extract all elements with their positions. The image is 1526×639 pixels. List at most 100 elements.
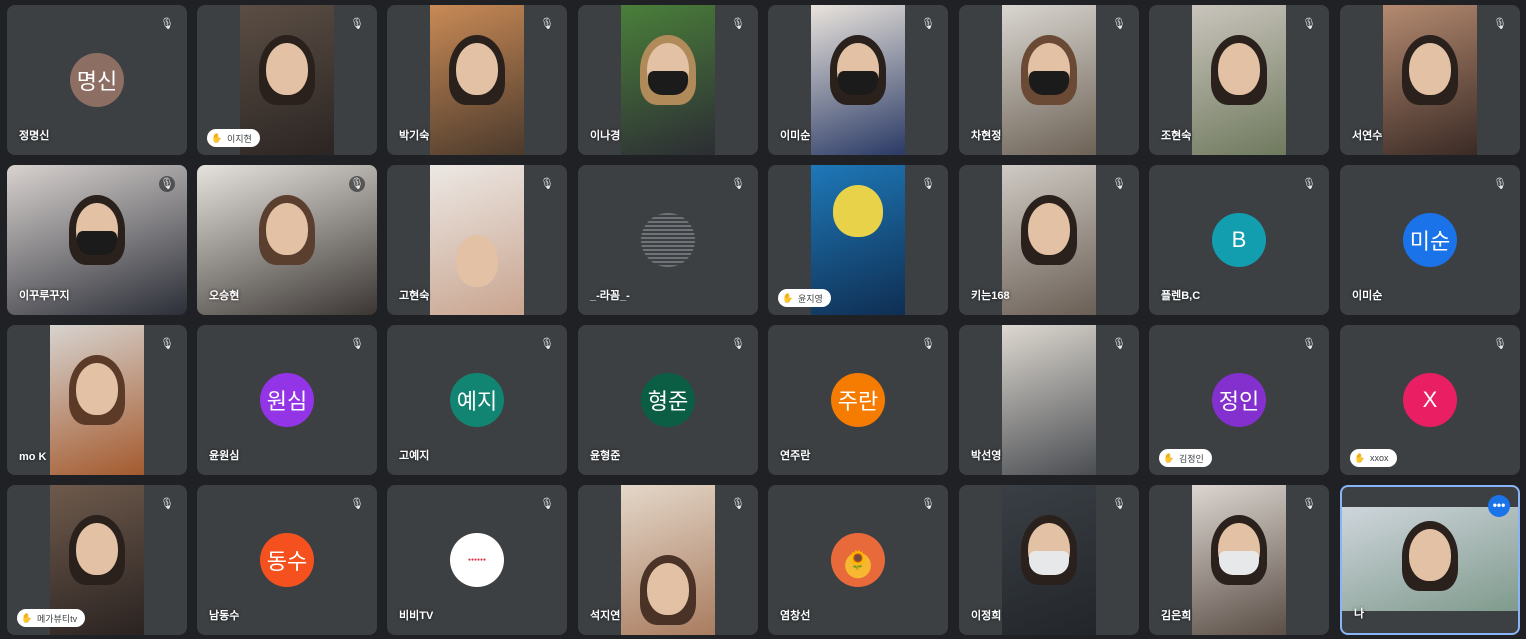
participant-tile[interactable]: 🎙 ✋ 이지현	[197, 5, 377, 155]
participant-tile[interactable]: 🎙 이정희	[959, 485, 1139, 635]
participant-video	[430, 5, 524, 155]
raised-hand-chip: ✋ 메가뷰티tv	[17, 609, 86, 627]
participant-tile[interactable]: 정인 🎙 ✋ 김정인	[1149, 325, 1329, 475]
mic-off-icon: 🎙	[350, 18, 364, 30]
participant-tile[interactable]: 🎙 이나경	[578, 5, 758, 155]
mic-off-icon: 🎙	[1112, 498, 1126, 510]
participant-name: 키는168	[971, 290, 1010, 302]
participant-tile[interactable]: 🎙 ✋ 메가뷰티tv	[7, 485, 187, 635]
sunflower-icon: 🌻	[846, 549, 870, 570]
more-options-icon[interactable]: •••	[1488, 495, 1510, 517]
participant-tile[interactable]: 형준 🎙 윤형준	[578, 325, 758, 475]
participant-name: 고현숙	[399, 290, 430, 302]
raised-hand-icon: ✋	[21, 613, 33, 623]
participant-tile[interactable]: 예지 🎙 고예지	[387, 325, 567, 475]
participant-video	[430, 165, 524, 315]
mic-off-icon: 🎙	[540, 18, 554, 30]
participant-tile[interactable]: 명신 🎙 정명신	[7, 5, 187, 155]
mic-off-icon: 🎙	[1112, 18, 1126, 30]
participant-name: 조현숙	[1161, 130, 1192, 142]
participant-name: 윤형준	[590, 450, 621, 462]
participant-tile[interactable]: 🎙 이미순	[768, 5, 948, 155]
participant-name: mo K	[19, 451, 47, 463]
participant-tile[interactable]: 🎙 박선영	[959, 325, 1139, 475]
participant-tile[interactable]: X 🎙 ✋ xxox	[1340, 325, 1520, 475]
participant-video	[50, 325, 144, 475]
participant-tile[interactable]: 🎙 이꾸루꾸지	[7, 165, 187, 315]
participant-video	[1002, 325, 1096, 475]
mic-off-icon: 🎙	[1302, 178, 1316, 190]
participant-tile[interactable]: 🎙 서연수	[1340, 5, 1520, 155]
raised-hand-icon: ✋	[782, 293, 794, 303]
participant-avatar: 주란	[831, 373, 885, 427]
participant-avatar: 동수	[260, 533, 314, 587]
participant-tile[interactable]: 🎙 키는168	[959, 165, 1139, 315]
participant-video	[621, 485, 715, 635]
participant-tile[interactable]: 🎙 _-라꼼_-	[578, 165, 758, 315]
participant-name: 남동수	[209, 610, 240, 622]
participant-name: 나	[1354, 608, 1365, 620]
participant-tile[interactable]: 🎙 오승현	[197, 165, 377, 315]
participant-video	[811, 5, 905, 155]
participant-name: 박선영	[971, 450, 1002, 462]
mic-off-icon: 🎙	[350, 498, 364, 510]
participant-tile[interactable]: 미순 🎙 이미순	[1340, 165, 1520, 315]
participant-tile[interactable]: ●●●●●● 🎙 비비TV	[387, 485, 567, 635]
raised-hand-icon: ✋	[1163, 453, 1175, 463]
participant-tile[interactable]: 🎙 ✋ 윤지영	[768, 165, 948, 315]
participant-name: 비비TV	[399, 610, 434, 622]
participant-tile[interactable]: 원심 🎙 윤원심	[197, 325, 377, 475]
participant-video	[1383, 5, 1477, 155]
raised-hand-chip: ✋ 김정인	[1159, 449, 1212, 467]
participant-tile[interactable]: 동수 🎙 남동수	[197, 485, 377, 635]
mic-off-icon: 🎙	[350, 338, 364, 350]
participant-tile[interactable]: 🎙 고현숙	[387, 165, 567, 315]
mic-off-icon: 🎙	[731, 18, 745, 30]
participant-name: xxox	[1370, 453, 1389, 463]
mic-off-icon: 🎙	[1493, 338, 1507, 350]
participant-tile[interactable]: B 🎙 플렌B,C	[1149, 165, 1329, 315]
participant-tile[interactable]: 🎙 김은희	[1149, 485, 1329, 635]
participant-name: 이미순	[780, 130, 811, 142]
mic-off-icon: 🎙	[921, 338, 935, 350]
participant-video	[1002, 5, 1096, 155]
mic-off-icon: 🎙	[1302, 18, 1316, 30]
participant-tile[interactable]: 주란 🎙 연주란	[768, 325, 948, 475]
participant-avatar: X	[1403, 373, 1457, 427]
participant-tile[interactable]: 🎙 조현숙	[1149, 5, 1329, 155]
mic-off-icon: 🎙	[159, 176, 175, 192]
participant-name: 이미순	[1352, 290, 1383, 302]
mic-off-icon: 🎙	[1493, 18, 1507, 30]
participant-tile[interactable]: 🎙 석지연	[578, 485, 758, 635]
self-video	[1342, 507, 1518, 611]
participant-name: 서연수	[1352, 130, 1383, 142]
mic-off-icon: 🎙	[160, 18, 174, 30]
participant-avatar: 형준	[641, 373, 695, 427]
participant-video	[1002, 485, 1096, 635]
participant-name: 석지연	[590, 610, 621, 622]
self-tile[interactable]: ••• 나	[1340, 485, 1520, 635]
mic-off-icon: 🎙	[540, 178, 554, 190]
participant-name: 이나경	[590, 130, 621, 142]
participant-name: 김은희	[1161, 610, 1192, 622]
participant-tile[interactable]: 🎙 박기숙	[387, 5, 567, 155]
raised-hand-chip: ✋ 이지현	[207, 129, 260, 147]
participant-tile[interactable]: 🎙 mo K	[7, 325, 187, 475]
participant-avatar: 원심	[260, 373, 314, 427]
mic-off-icon: 🎙	[921, 498, 935, 510]
mic-off-icon: 🎙	[540, 338, 554, 350]
participant-tile[interactable]: 🌻 🎙 염창선	[768, 485, 948, 635]
participant-name: _-라꼼_-	[590, 290, 630, 302]
participant-name: 메가뷰티tv	[37, 613, 78, 624]
participant-name: 이정희	[971, 610, 1002, 622]
participant-video	[1002, 165, 1096, 315]
participant-avatar: ●●●●●●	[450, 533, 504, 587]
participant-name: 차현정	[971, 130, 1002, 142]
mic-off-icon: 🎙	[540, 498, 554, 510]
participant-name: 염창선	[780, 610, 811, 622]
participant-name: 박기숙	[399, 130, 430, 142]
participant-tile[interactable]: 🎙 차현정	[959, 5, 1139, 155]
mic-off-icon: 🎙	[921, 18, 935, 30]
raised-hand-icon: ✋	[211, 133, 223, 143]
mic-off-icon: 🎙	[160, 338, 174, 350]
